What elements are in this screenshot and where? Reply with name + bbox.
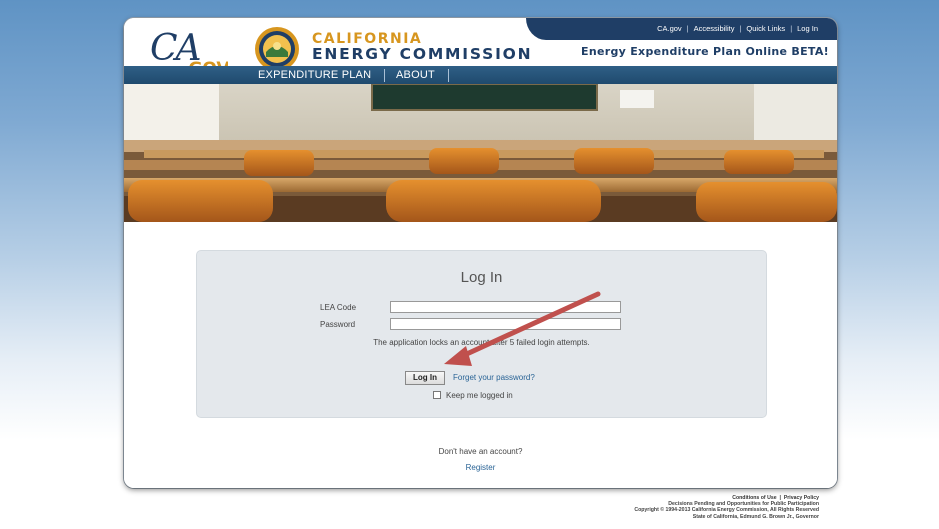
top-link-log-in[interactable]: Log In (794, 24, 821, 33)
top-link-cagov[interactable]: CA.gov (654, 24, 685, 33)
no-account-prompt: Don't have an account? (438, 447, 523, 456)
content-area: Log In LEA Code Password The application… (124, 222, 837, 488)
nav-divider (448, 69, 449, 82)
main-nav: EXPENDITURE PLAN ABOUT (124, 66, 837, 84)
footer-copyright: Copyright © 1994-2013 California Energy … (634, 507, 819, 514)
classroom-banner-image (124, 84, 837, 222)
footer: Conditions of Use | Privacy Policy Decis… (634, 495, 819, 520)
nav-expenditure-plan[interactable]: EXPENDITURE PLAN (258, 66, 371, 84)
app-title: Energy Expenditure Plan Online BETA! (581, 45, 829, 58)
lock-notice: The application locks an account after 5… (373, 338, 590, 347)
footer-governor: State of California, Edmund G. Brown Jr.… (692, 513, 819, 520)
lea-code-label: LEA Code (320, 303, 357, 312)
footer-link-conditions[interactable]: Conditions of Use (732, 495, 776, 501)
top-link-accessibility[interactable]: Accessibility (691, 24, 738, 33)
log-in-button[interactable]: Log In (405, 371, 445, 385)
login-panel: Log In LEA Code Password The application… (196, 250, 767, 418)
keep-logged-in-row[interactable]: Keep me logged in (433, 391, 513, 400)
register-link[interactable]: Register (124, 463, 837, 472)
main-card: CA.gov | Accessibility | Quick Links | Log In … (124, 18, 837, 488)
top-link-quick-links[interactable]: Quick Links (743, 24, 788, 33)
lea-code-input[interactable] (390, 301, 621, 313)
forgot-password-link[interactable]: Forget your password? (453, 373, 535, 382)
nav-about[interactable]: ABOUT (396, 66, 435, 84)
footer-link-privacy[interactable]: Privacy Policy (784, 495, 819, 501)
keep-logged-in-checkbox[interactable] (433, 391, 441, 399)
agency-line-2: ENERGY COMMISSION (312, 45, 533, 63)
login-title: Log In (460, 269, 503, 286)
password-label: Password (320, 320, 356, 329)
header: CA.gov | Accessibility | Quick Links | Log In … (124, 18, 837, 84)
password-input[interactable] (390, 318, 621, 330)
keep-logged-in-label: Keep me logged in (446, 391, 513, 400)
nav-divider (384, 69, 385, 82)
agency-line-1: CALIFORNIA (312, 31, 423, 47)
top-links-bar: CA.gov | Accessibility | Quick Links | Log In (526, 18, 837, 40)
agency-name: CALIFORNIA ENERGY COMMISSION (312, 31, 533, 63)
